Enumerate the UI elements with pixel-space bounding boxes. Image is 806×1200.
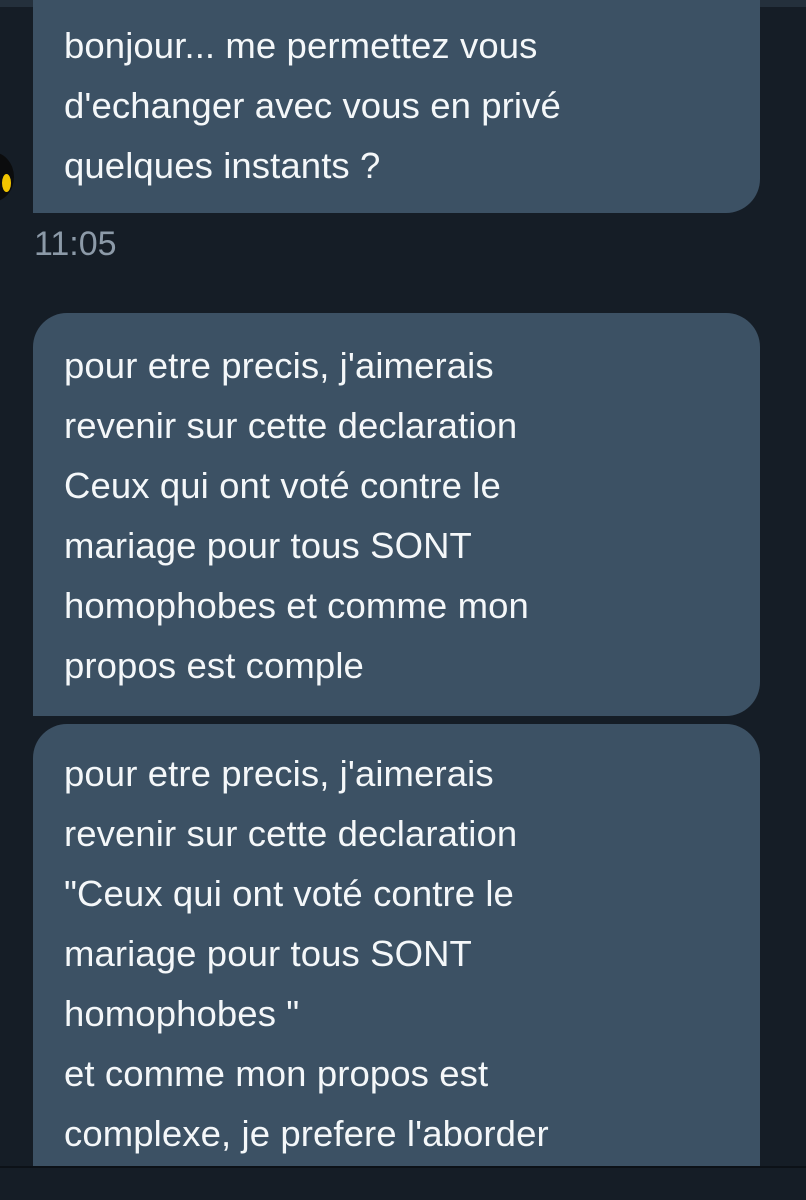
message-line: propos est comple <box>64 645 364 686</box>
message-line: complexe, je prefere l'aborder <box>64 1113 549 1154</box>
message-bubble-1[interactable]: bonjour... me permettez vous d'echanger … <box>33 0 760 213</box>
message-line: mariage pour tous SONT <box>64 933 472 974</box>
message-line: pour etre precis, j'aimerais <box>64 345 494 386</box>
message-line: homophobes " <box>64 993 300 1034</box>
message-bubble-2[interactable]: pour etre precis, j'aimerais revenir sur… <box>33 313 760 716</box>
bottom-bar <box>0 1166 806 1200</box>
message-line: pour etre precis, j'aimerais <box>64 753 494 794</box>
message-line: homophobes et comme mon <box>64 585 529 626</box>
message-line: revenir sur cette declaration <box>64 405 518 446</box>
message-line: et comme mon propos est <box>64 1053 489 1094</box>
message-bubble-3[interactable]: pour etre precis, j'aimerais revenir sur… <box>33 724 760 1168</box>
message-line: bonjour... me permettez vous <box>64 25 538 66</box>
message-line: mariage pour tous SONT <box>64 525 472 566</box>
sender-avatar[interactable] <box>0 152 14 202</box>
conversation-thread[interactable]: bonjour... me permettez vous d'echanger … <box>0 0 806 1168</box>
message-line: "Ceux qui ont voté contre le <box>64 873 514 914</box>
message-line: revenir sur cette declaration <box>64 813 518 854</box>
message-timestamp: 11:05 <box>34 225 117 263</box>
message-line: quelques instants ? <box>64 145 381 186</box>
message-line: d'echanger avec vous en privé <box>64 85 561 126</box>
message-line: Ceux qui ont voté contre le <box>64 465 501 506</box>
